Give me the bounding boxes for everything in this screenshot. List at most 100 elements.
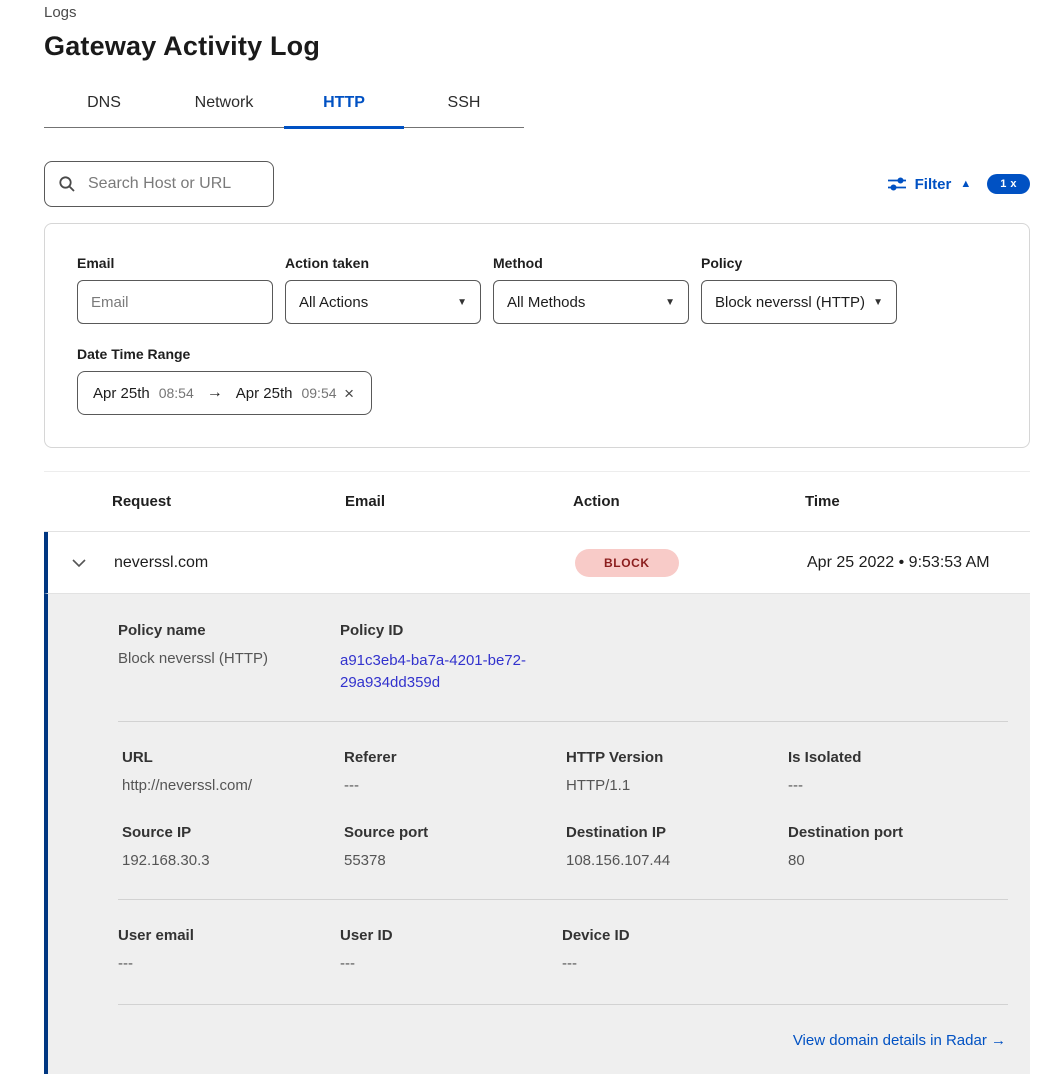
policy-select[interactable]: Block neverssl (HTTP) ▼ [701, 280, 897, 324]
collapse-caret-icon: ▲ [960, 179, 971, 190]
url-value: http://neverssl.com/ [122, 777, 344, 794]
source-port-block: Source port 55378 [344, 824, 566, 869]
is-isolated-block: Is Isolated --- [788, 749, 1008, 794]
filter-button-label: Filter [915, 176, 952, 193]
is-isolated-value: --- [788, 777, 1008, 794]
action-taken-label: Action taken [285, 255, 481, 271]
policy-label: Policy [701, 255, 897, 271]
range-start-time: 08:54 [159, 385, 194, 401]
email-field-label: Email [77, 255, 273, 271]
policy-id-block: Policy ID a91c3eb4-ba7a-4201-be72-29a934… [340, 622, 562, 694]
destination-port-value: 80 [788, 852, 1008, 869]
method-select[interactable]: All Methods ▼ [493, 280, 689, 324]
search-input[interactable] [86, 174, 260, 194]
gateway-activity-log-page: Logs Gateway Activity Log DNS Network HT… [0, 0, 1044, 1074]
http-detail-row-1: URL http://neverssl.com/ Referer --- HTT… [118, 722, 1008, 794]
referer-block: Referer --- [344, 749, 566, 794]
breadcrumb[interactable]: Logs [44, 4, 1030, 21]
device-id-value: --- [562, 955, 784, 972]
http-section: URL http://neverssl.com/ Referer --- HTT… [118, 722, 1008, 899]
is-isolated-label: Is Isolated [788, 749, 1008, 766]
range-end-time: 09:54 [301, 385, 336, 401]
http-version-label: HTTP Version [566, 749, 788, 766]
range-end-date: Apr 25th [236, 385, 293, 402]
http-version-block: HTTP Version HTTP/1.1 [566, 749, 788, 794]
tab-network[interactable]: Network [164, 84, 284, 127]
device-id-label: Device ID [562, 927, 784, 944]
search-icon [58, 175, 76, 193]
filter-panel: Email Action taken All Actions ▼ Method … [44, 223, 1030, 448]
referer-label: Referer [344, 749, 566, 766]
policy-id-label: Policy ID [340, 622, 562, 639]
destination-port-label: Destination port [788, 824, 1008, 841]
tab-ssh[interactable]: SSH [404, 84, 524, 127]
column-header-request: Request [112, 493, 345, 510]
url-block: URL http://neverssl.com/ [122, 749, 344, 794]
column-header-time: Time [805, 493, 1030, 510]
tab-http[interactable]: HTTP [284, 84, 404, 127]
page-title: Gateway Activity Log [44, 31, 1030, 62]
method-label: Method [493, 255, 689, 271]
source-ip-value: 192.168.30.3 [122, 852, 344, 869]
column-header-email: Email [345, 493, 573, 510]
log-type-tabs: DNS Network HTTP SSH [44, 84, 524, 128]
chevron-down-icon: ▼ [457, 297, 467, 308]
column-header-action: Action [573, 493, 805, 510]
chevron-down-icon: ▼ [873, 297, 883, 308]
filter-field-email: Email [77, 255, 273, 324]
row-time-cell: Apr 25 2022 • 9:53:53 AM [807, 554, 1030, 572]
filter-fields-row: Email Action taken All Actions ▼ Method … [77, 255, 997, 324]
date-time-range-field: Date Time Range Apr 25th 08:54 → Apr 25t… [77, 346, 997, 415]
policy-section: Policy name Block neverssl (HTTP) Policy… [118, 594, 1008, 721]
filter-field-policy: Policy Block neverssl (HTTP) ▼ [701, 255, 897, 324]
method-selected-value: All Methods [507, 294, 585, 311]
device-id-block: Device ID --- [562, 927, 784, 972]
referer-value: --- [344, 777, 566, 794]
activity-log-table: Request Email Action Time neverssl.com B… [44, 471, 1030, 1074]
filter-count-badge[interactable]: 1 x [987, 174, 1030, 194]
user-id-label: User ID [340, 927, 562, 944]
filter-toggle[interactable]: Filter ▲ 1 x [888, 174, 1030, 194]
destination-ip-value: 108.156.107.44 [566, 852, 788, 869]
policy-name-value: Block neverssl (HTTP) [118, 650, 340, 667]
url-label: URL [122, 749, 344, 766]
policy-id-link[interactable]: a91c3eb4-ba7a-4201-be72-29a934dd359d [340, 650, 536, 694]
chevron-down-icon: ▼ [665, 297, 675, 308]
source-port-value: 55378 [344, 852, 566, 869]
clear-range-icon[interactable]: × [342, 383, 356, 404]
table-row[interactable]: neverssl.com BLOCK Apr 25 2022 • 9:53:53… [44, 532, 1030, 593]
destination-port-block: Destination port 80 [788, 824, 1008, 869]
user-email-label: User email [118, 927, 340, 944]
row-detail-panel: Policy name Block neverssl (HTTP) Policy… [44, 593, 1030, 1074]
filter-sliders-icon [888, 177, 906, 191]
table-header-row: Request Email Action Time [44, 472, 1030, 532]
search-box[interactable] [44, 161, 274, 207]
arrow-right-icon: → [207, 384, 223, 402]
email-field-input[interactable] [77, 280, 273, 324]
user-email-value: --- [118, 955, 340, 972]
destination-ip-block: Destination IP 108.156.107.44 [566, 824, 788, 869]
source-ip-label: Source IP [122, 824, 344, 841]
filter-field-method: Method All Methods ▼ [493, 255, 689, 324]
action-block-badge: BLOCK [575, 549, 679, 577]
tab-dns[interactable]: DNS [44, 84, 164, 127]
filter-field-action-taken: Action taken All Actions ▼ [285, 255, 481, 324]
source-ip-block: Source IP 192.168.30.3 [122, 824, 344, 869]
date-time-range-label: Date Time Range [77, 346, 997, 362]
user-email-block: User email --- [118, 927, 340, 972]
row-expand-chevron-icon[interactable] [72, 558, 86, 567]
action-taken-select[interactable]: All Actions ▼ [285, 280, 481, 324]
row-request-cell: neverssl.com [114, 554, 347, 572]
user-section: User email --- User ID --- Device ID --- [118, 900, 1008, 1004]
action-taken-selected-value: All Actions [299, 294, 368, 311]
user-id-value: --- [340, 955, 562, 972]
policy-selected-value: Block neverssl (HTTP) [715, 294, 865, 311]
http-version-value: HTTP/1.1 [566, 777, 788, 794]
source-port-label: Source port [344, 824, 566, 841]
policy-name-label: Policy name [118, 622, 340, 639]
view-domain-details-radar-link[interactable]: View domain details in Radar → [793, 1032, 1006, 1049]
search-filter-bar: Filter ▲ 1 x [44, 161, 1030, 207]
user-id-block: User ID --- [340, 927, 562, 972]
date-range-picker[interactable]: Apr 25th 08:54 → Apr 25th 09:54 × [77, 371, 372, 415]
range-start-date: Apr 25th [93, 385, 150, 402]
